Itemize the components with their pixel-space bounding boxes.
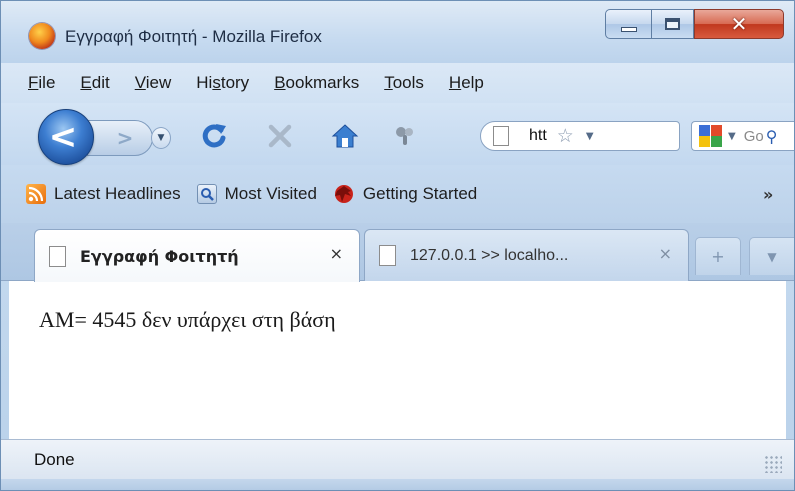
search-input[interactable]: Go: [744, 128, 764, 145]
rss-feed-icon: [26, 184, 46, 204]
url-text: htt: [529, 127, 547, 144]
page-message: AM= 4545 δεν υπάρχει στη βάση: [39, 307, 336, 332]
home-button[interactable]: [328, 119, 362, 153]
chevron-down-icon: ▼: [767, 249, 777, 264]
bookmark-label: Latest Headlines: [54, 184, 181, 203]
menu-bar: File Edit View History Bookmarks Tools H…: [1, 63, 794, 103]
status-bar: Done: [1, 439, 794, 479]
menu-bookmarks[interactable]: Bookmarks: [274, 73, 359, 93]
list-all-tabs-button[interactable]: ▼: [749, 237, 794, 275]
google-icon[interactable]: [698, 124, 724, 148]
tab-student-registration[interactable]: Εγγραφή Φοιτητή ×: [34, 229, 360, 282]
page-icon: [379, 245, 396, 266]
minimize-button[interactable]: [605, 9, 652, 39]
addon-icon: [396, 127, 413, 145]
search-icon[interactable]: ⚲: [766, 127, 778, 146]
reload-button[interactable]: [197, 119, 231, 153]
tab-label: 127.0.0.1 >> localho...: [410, 246, 569, 264]
back-arrow-icon: <: [48, 117, 78, 157]
menu-view[interactable]: View: [135, 73, 172, 93]
chevron-down-icon[interactable]: ▼: [728, 131, 736, 142]
reload-icon: [202, 124, 226, 148]
menu-tools[interactable]: Tools: [384, 73, 424, 93]
bookmark-latest-headlines[interactable]: Latest Headlines: [26, 184, 181, 204]
window-bottom-frame: [1, 479, 794, 490]
tab-localhost[interactable]: 127.0.0.1 >> localho... ×: [364, 229, 689, 281]
minimize-icon: [620, 26, 637, 32]
menu-file[interactable]: File: [28, 73, 55, 93]
close-icon: ✕: [730, 12, 748, 36]
resize-grip[interactable]: [764, 455, 782, 473]
chevron-down-icon: ▼: [157, 133, 165, 143]
firefox-logo-icon: [29, 23, 55, 49]
history-dropdown-button[interactable]: ▼: [151, 127, 171, 149]
menu-edit[interactable]: Edit: [80, 73, 109, 93]
most-visited-icon: [196, 184, 217, 204]
close-button[interactable]: ✕: [694, 9, 784, 39]
bookmarks-overflow-button[interactable]: »: [763, 185, 773, 204]
title-bar: Εγγραφή Φοιτητή - Mozilla Firefox ✕: [1, 1, 794, 63]
bookmark-star-icon[interactable]: ☆: [557, 125, 574, 147]
status-text: Done: [34, 449, 75, 469]
menu-help[interactable]: Help: [449, 73, 484, 93]
plus-icon: +: [711, 247, 725, 266]
close-tab-icon[interactable]: ×: [659, 244, 672, 263]
close-tab-icon[interactable]: ×: [330, 244, 343, 263]
page-icon: [49, 245, 66, 267]
page-icon: [493, 126, 509, 146]
chevron-down-icon[interactable]: ▼: [586, 131, 594, 142]
navigation-toolbar: > < ▼ htt ☆ ▼ ▼ Go ⚲: [1, 103, 794, 165]
back-button[interactable]: <: [38, 109, 94, 165]
tab-label: Εγγραφή Φοιτητή: [80, 246, 239, 266]
addon-button[interactable]: [388, 119, 422, 153]
page-content: AM= 4545 δεν υπάρχει στη βάση: [9, 281, 786, 439]
home-icon: [331, 124, 359, 148]
getting-started-icon: [333, 183, 355, 205]
stop-button[interactable]: [263, 119, 297, 153]
maximize-button[interactable]: [652, 9, 694, 39]
bookmark-label: Most Visited: [224, 184, 317, 203]
url-bar[interactable]: htt ☆ ▼: [480, 121, 680, 151]
window-title: Εγγραφή Φοιτητή - Mozilla Firefox: [65, 27, 322, 46]
browser-window: Εγγραφή Φοιτητή - Mozilla Firefox ✕ File…: [0, 0, 795, 491]
bookmark-most-visited[interactable]: Most Visited: [196, 184, 317, 204]
maximize-icon: [665, 18, 680, 30]
search-bar[interactable]: ▼ Go ⚲: [691, 121, 794, 151]
stop-icon: [268, 124, 292, 148]
tab-strip: Εγγραφή Φοιτητή × 127.0.0.1 >> localho..…: [1, 223, 794, 282]
bookmark-getting-started[interactable]: Getting Started: [333, 183, 477, 205]
menu-history[interactable]: History: [196, 73, 249, 93]
forward-button[interactable]: >: [87, 120, 153, 156]
new-tab-button[interactable]: +: [695, 237, 741, 275]
bookmark-label: Getting Started: [362, 184, 478, 203]
forward-arrow-icon: >: [116, 126, 134, 150]
window-controls: ✕: [605, 9, 784, 39]
bookmarks-toolbar: Latest Headlines Most Visited Getting St…: [1, 165, 794, 223]
